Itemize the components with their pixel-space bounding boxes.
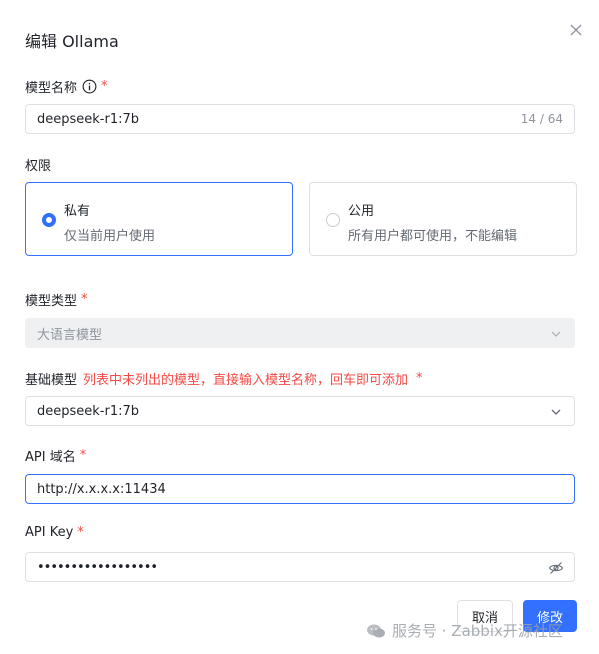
dialog-title: 编辑 Ollama <box>25 32 119 51</box>
model-type-label: 模型类型 * <box>25 290 88 309</box>
char-counter: 14 / 64 <box>520 112 563 126</box>
chevron-down-icon[interactable] <box>550 406 562 418</box>
edit-ollama-dialog: 编辑 Ollama 模型名称 * deepseek-r1:7b 14 / 64 … <box>0 0 599 654</box>
permission-option-private[interactable]: 私有 仅当前用户使用 <box>25 182 293 256</box>
required-mark: * <box>416 371 423 386</box>
base-model-label-text: 基础模型 <box>25 373 78 388</box>
api-key-input[interactable]: •••••••••••••••••• <box>25 552 575 582</box>
close-icon[interactable] <box>566 20 586 40</box>
required-mark: * <box>81 292 88 307</box>
watermark-text: 服务号 · Zabbix开源社区 <box>392 622 563 640</box>
api-key-label: API Key * <box>25 525 84 540</box>
api-domain-value: http://x.x.x.x:11434 <box>37 481 166 497</box>
required-mark: * <box>101 79 108 94</box>
base-model-value: deepseek-r1:7b <box>37 403 140 419</box>
model-type-label-text: 模型类型 <box>25 294 78 309</box>
base-model-hint: 列表中未列出的模型，直接输入模型名称，回车即可添加 <box>83 373 409 388</box>
api-domain-input[interactable]: http://x.x.x.x:11434 <box>25 474 575 504</box>
permission-option-public[interactable]: 公用 所有用户都可使用，不能编辑 <box>309 182 577 256</box>
watermark: 服务号 · Zabbix开源社区 <box>366 620 563 641</box>
option-title: 私有 <box>64 204 91 219</box>
option-title: 公用 <box>348 204 375 219</box>
permission-label: 权限 <box>25 159 52 174</box>
api-domain-label-text: API 域名 <box>25 450 76 465</box>
model-name-label-text: 模型名称 <box>25 81 78 96</box>
model-name-label: 模型名称 * <box>25 77 108 96</box>
model-type-select: 大语言模型 <box>25 318 575 348</box>
api-key-value: •••••••••••••••••• <box>37 559 158 575</box>
base-model-select[interactable]: deepseek-r1:7b <box>25 396 575 426</box>
model-name-input[interactable]: deepseek-r1:7b 14 / 64 <box>25 104 575 134</box>
option-desc: 所有用户都可使用，不能编辑 <box>348 229 518 244</box>
wechat-icon <box>367 624 385 637</box>
model-name-value: deepseek-r1:7b <box>37 111 140 127</box>
radio-selected[interactable] <box>42 213 56 227</box>
required-mark: * <box>77 525 84 540</box>
chevron-down-icon <box>551 331 561 337</box>
api-key-label-text: API Key <box>25 525 74 540</box>
eye-off-icon[interactable] <box>548 560 564 576</box>
info-icon[interactable] <box>82 79 97 94</box>
radio-unselected[interactable] <box>326 213 340 227</box>
model-type-value: 大语言模型 <box>37 327 103 343</box>
base-model-label: 基础模型 列表中未列出的模型，直接输入模型名称，回车即可添加 * <box>25 369 423 388</box>
api-domain-label: API 域名 * <box>25 446 86 465</box>
required-mark: * <box>79 448 87 463</box>
option-desc: 仅当前用户使用 <box>64 229 156 244</box>
